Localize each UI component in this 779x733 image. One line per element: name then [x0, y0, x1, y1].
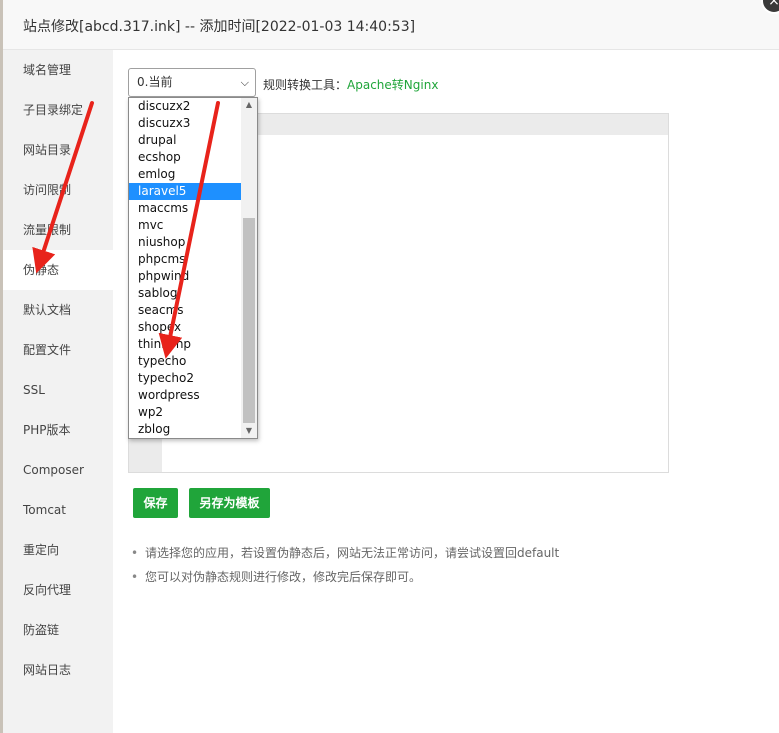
tip-item: 您可以对伪静态规则进行修改，修改完后保存即可。: [131, 569, 559, 593]
save-button[interactable]: 保存: [133, 488, 178, 518]
dropdown-option[interactable]: discuzx2: [129, 98, 241, 115]
convert-tool-label: 规则转换工具：: [263, 78, 348, 92]
sidebar-item[interactable]: 反向代理: [3, 570, 113, 610]
dropdown-option[interactable]: laravel5: [129, 183, 241, 200]
convert-tool: 规则转换工具：Apache转Nginx: [263, 76, 438, 93]
dropdown-option[interactable]: drupal: [129, 132, 241, 149]
scrollbar-thumb[interactable]: [243, 218, 255, 423]
dropdown-scrollbar[interactable]: ▲ ▼: [241, 98, 257, 438]
tip-item: 请选择您的应用，若设置伪静态后，网站无法正常访问，请尝试设置回default: [131, 545, 559, 569]
sidebar-item[interactable]: 配置文件: [3, 330, 113, 370]
sidebar-item[interactable]: 网站目录: [3, 130, 113, 170]
dropdown-option[interactable]: mvc: [129, 217, 241, 234]
save-as-template-button[interactable]: 另存为模板: [189, 488, 270, 518]
dropdown-option[interactable]: wp2: [129, 404, 241, 421]
dropdown-option[interactable]: sablog: [129, 285, 241, 302]
apache-to-nginx-link[interactable]: Apache转Nginx: [347, 78, 438, 92]
dropdown-option[interactable]: thinkphp: [129, 336, 241, 353]
dropdown-options: discuzx2 discuzx3 drupal ecshop emlog laravel…: [129, 98, 241, 438]
dropdown-option[interactable]: shopex: [129, 319, 241, 336]
dropdown-option[interactable]: ecshop: [129, 149, 241, 166]
dropdown-option[interactable]: seacms: [129, 302, 241, 319]
sidebar-item[interactable]: 子目录绑定: [3, 90, 113, 130]
sidebar-item[interactable]: Tomcat: [3, 490, 113, 530]
sidebar-item[interactable]: SSL: [3, 370, 113, 410]
sidebar-item[interactable]: 默认文档: [3, 290, 113, 330]
dropdown-option[interactable]: phpcms: [129, 251, 241, 268]
dropdown-option[interactable]: phpwind: [129, 268, 241, 285]
sidebar-item[interactable]: 域名管理: [3, 50, 113, 90]
dialog-title: 站点修改[abcd.317.ink] -- 添加时间[2022-01-03 14…: [23, 19, 416, 35]
dropdown-option[interactable]: discuzx3: [129, 115, 241, 132]
dropdown-option[interactable]: niushop: [129, 234, 241, 251]
dropdown-option[interactable]: zblog: [129, 421, 241, 438]
rewrite-template-dropdown[interactable]: discuzx2 discuzx3 drupal ecshop emlog laravel…: [128, 97, 258, 439]
dropdown-option[interactable]: wordpress: [129, 387, 241, 404]
sidebar-item[interactable]: PHP版本: [3, 410, 113, 450]
sidebar-item[interactable]: Composer: [3, 450, 113, 490]
scroll-down-icon[interactable]: ▼: [241, 424, 257, 438]
site-edit-dialog: 站点修改[abcd.317.ink] -- 添加时间[2022-01-03 14…: [3, 0, 779, 733]
dropdown-option[interactable]: typecho: [129, 353, 241, 370]
dropdown-option[interactable]: emlog: [129, 166, 241, 183]
sidebar-item[interactable]: 网站日志: [3, 650, 113, 690]
dropdown-option[interactable]: typecho2: [129, 370, 241, 387]
sidebar-item[interactable]: 流量限制: [3, 210, 113, 250]
sidebar-item[interactable]: 访问限制: [3, 170, 113, 210]
chevron-down-icon: ⌵: [240, 76, 249, 89]
sidebar-item[interactable]: 重定向: [3, 530, 113, 570]
dialog-title-bar: 站点修改[abcd.317.ink] -- 添加时间[2022-01-03 14…: [3, 0, 779, 50]
scroll-up-icon[interactable]: ▲: [241, 98, 257, 112]
sidebar-item[interactable]: 伪静态: [3, 250, 113, 290]
select-value: 0.当前: [137, 75, 173, 89]
sidebar-item[interactable]: 防盗链: [3, 610, 113, 650]
rewrite-template-select[interactable]: 0.当前 ⌵: [128, 68, 256, 97]
sidebar: 域名管理 子目录绑定 网站目录 访问限制 流量限制 伪静态 默认文档 配置文件 SSL PHP版本…: [3, 50, 113, 733]
help-tips: 请选择您的应用，若设置伪静态后，网站无法正常访问，请尝试设置回default 您…: [131, 545, 559, 593]
dropdown-option[interactable]: maccms: [129, 200, 241, 217]
